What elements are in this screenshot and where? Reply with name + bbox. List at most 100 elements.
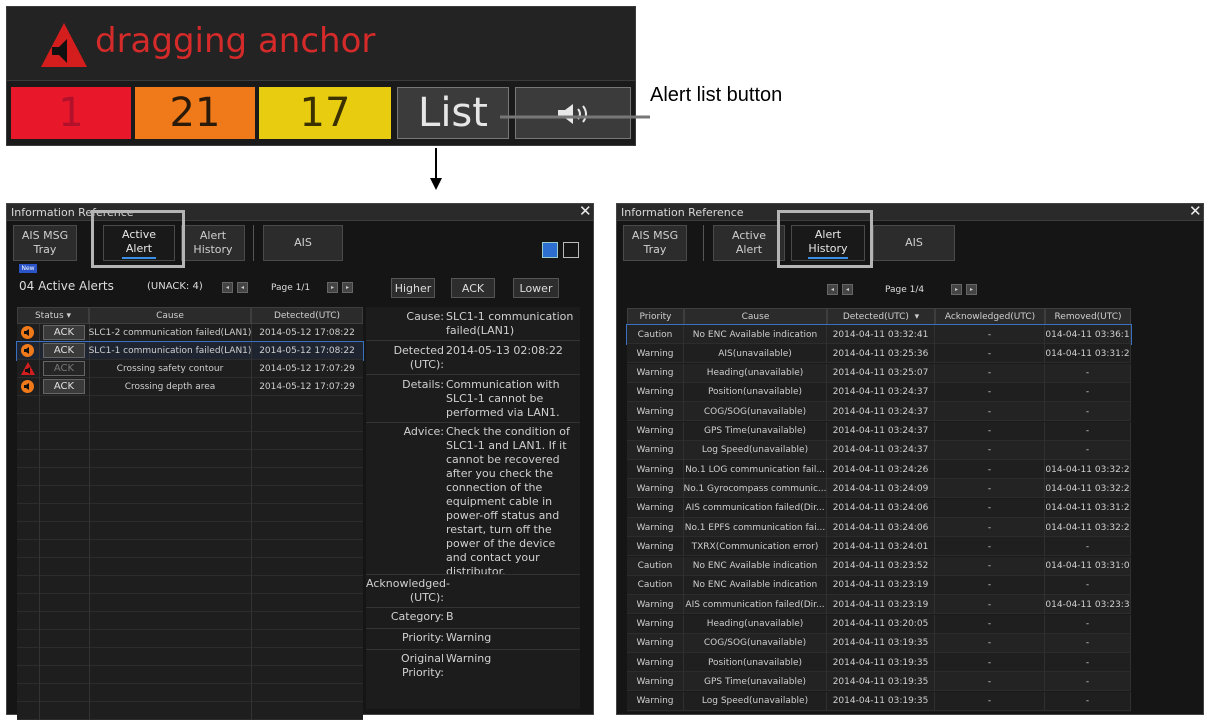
row-priority: Warning [627, 518, 684, 537]
table-row[interactable]: Caution No ENC Available indication 2014-0… [627, 556, 1131, 576]
detail-cause: SLC1-1 communication failed(LAN1) [446, 310, 574, 337]
row-priority: Warning [627, 672, 684, 692]
header-detected[interactable]: Detected(UTC) ▾ [827, 308, 935, 325]
row-detected: 2014-04-11 03:24:06 [827, 498, 935, 518]
row-removed: - [1045, 363, 1131, 383]
table-row[interactable]: Warning Log Speed(unavailable) 2014-04-11 … [627, 440, 1131, 460]
row-ack-button[interactable]: ACK [43, 361, 85, 376]
highlight-box [91, 210, 185, 268]
orange-alert-icon [21, 380, 34, 393]
table-row[interactable]: Warning GPS Time(unavailable) 2014-04-11 0… [627, 672, 1131, 692]
header-detected[interactable]: Detected(UTC) [251, 307, 363, 324]
table-row[interactable]: Warning TXRX(Communication error) 2014-04-… [627, 537, 1131, 557]
list-item[interactable]: ACK SLC1-1 communication failed(LAN1) 2014… [16, 341, 364, 361]
next-page-icon[interactable]: ▸ [951, 284, 962, 295]
tab-divider [253, 225, 254, 261]
empty-row [17, 684, 363, 702]
prev-page-icon[interactable]: ◂ [842, 284, 853, 295]
tab-ais[interactable]: AIS [263, 225, 343, 261]
table-row[interactable]: Warning Log Speed(unavailable) 2014-04-11 … [627, 691, 1131, 711]
row-acknowledged: - [935, 691, 1045, 711]
table-row[interactable]: Warning Heading(unavailable) 2014-04-11 03… [627, 614, 1131, 634]
table-row[interactable]: Warning No.1 LOG communication fail... 201… [627, 460, 1131, 480]
list-item[interactable]: ACK SLC1-2 communication failed(LAN1) 2014… [17, 324, 363, 342]
row-detected: 2014-04-11 03:19:35 [827, 672, 935, 692]
prev-page-icon[interactable]: ◂ [237, 282, 248, 293]
table-row[interactable]: Warning Position(unavailable) 2014-04-11 0… [627, 653, 1131, 673]
table-row[interactable]: Caution No ENC Available indication 2014-0… [626, 324, 1132, 345]
row-removed: - [1045, 421, 1131, 441]
header-cause[interactable]: Cause [684, 308, 827, 325]
higher-button[interactable]: Higher [391, 278, 435, 298]
close-icon[interactable]: ✕ [1189, 202, 1202, 220]
row-removed: 2014-04-11 03:32:23 [1045, 518, 1131, 537]
table-row[interactable]: Caution No ENC Available indication 2014-0… [627, 575, 1131, 595]
header-cause[interactable]: Cause [89, 307, 251, 324]
row-detected: 2014-04-11 03:24:37 [827, 440, 935, 460]
next-page-icon[interactable]: ▸ [327, 282, 338, 293]
tab-ais[interactable]: AIS [873, 225, 955, 261]
table-row[interactable]: Warning COG/SOG(unavailable) 2014-04-11 03… [627, 633, 1131, 653]
tab-active-alert[interactable]: Active Alert [713, 225, 785, 261]
table-row[interactable]: Warning No.1 EPFS communication fai... 201… [627, 518, 1131, 537]
row-priority: Warning [627, 691, 684, 711]
row-ack-button[interactable]: ACK [43, 379, 85, 394]
empty-row [17, 540, 363, 558]
row-cause: No.1 EPFS communication fai... [684, 518, 827, 537]
row-detected: 2014-05-12 17:08:22 [259, 346, 355, 356]
row-removed: - [1045, 402, 1131, 422]
row-acknowledged: - [935, 672, 1045, 692]
table-row[interactable]: Warning Heading(unavailable) 2014-04-11 03… [627, 363, 1131, 383]
divider [366, 422, 580, 423]
first-page-icon[interactable]: ◂ [827, 284, 838, 295]
row-acknowledged: - [935, 382, 1045, 402]
header-status[interactable]: Status ▾ [17, 307, 89, 324]
table-row[interactable]: Warning AIS(unavailable) 2014-04-11 03:25:… [627, 344, 1131, 364]
table-row[interactable]: Warning Position(unavailable) 2014-04-11 0… [627, 382, 1131, 402]
row-ack-button[interactable]: ACK [43, 343, 85, 358]
close-icon[interactable]: ✕ [579, 202, 592, 220]
row-priority: Warning [627, 421, 684, 441]
ack-button[interactable]: ACK [451, 278, 495, 298]
row-acknowledged: - [935, 614, 1045, 634]
last-page-icon[interactable]: ▸ [342, 282, 353, 293]
table-row[interactable]: Warning AIS communication failed(Dir... 20… [627, 498, 1131, 518]
list-item[interactable]: ACK Crossing safety contour 2014-05-12 17:… [17, 360, 363, 378]
callout-label: Alert list button [650, 84, 783, 106]
lower-button[interactable]: Lower [513, 278, 559, 298]
row-cause: No ENC Available indication [684, 556, 827, 576]
tab-alert-history[interactable]: Alert History [181, 225, 245, 261]
row-removed: - [1045, 537, 1131, 557]
callout-lines [430, 115, 650, 190]
tab-ais-msg-tray[interactable]: AIS MSG Tray [13, 225, 77, 261]
tab-divider [703, 225, 704, 261]
layout-toggle-icon[interactable] [542, 242, 558, 258]
row-detected: 2014-04-11 03:24:01 [827, 537, 935, 557]
detail-advice-label: Advice: [403, 425, 444, 438]
table-row[interactable]: Warning AIS communication failed(Dir... 20… [627, 595, 1131, 615]
last-page-icon[interactable]: ▸ [966, 284, 977, 295]
alert-history-table: Priority Cause Detected(UTC) ▾ Acknowled… [626, 308, 1132, 712]
header-acknowledged[interactable]: Acknowledged(UTC) [935, 308, 1045, 325]
row-acknowledged: - [935, 575, 1045, 595]
checkbox[interactable] [563, 242, 579, 258]
first-page-icon[interactable]: ◂ [222, 282, 233, 293]
row-detected: 2014-04-11 03:23:52 [827, 556, 935, 576]
row-detected: 2014-05-12 17:07:29 [259, 382, 355, 392]
header-priority[interactable]: Priority [627, 308, 684, 325]
row-acknowledged: - [935, 402, 1045, 422]
detail-detected-label: Detected (UTC): [393, 344, 444, 371]
header-removed[interactable]: Removed(UTC) [1045, 308, 1131, 325]
row-acknowledged: - [935, 653, 1045, 673]
active-alerts-count: 04 Active Alerts [19, 279, 114, 293]
row-acknowledged: - [935, 633, 1045, 653]
panel-title: Information Reference [617, 204, 1203, 221]
tab-ais-msg-tray[interactable]: AIS MSG Tray [623, 225, 687, 261]
list-item[interactable]: ACK Crossing depth area 2014-05-12 17:07:2… [17, 378, 363, 396]
table-row[interactable]: Warning GPS Time(unavailable) 2014-04-11 0… [627, 421, 1131, 441]
table-row[interactable]: Warning No.1 Gyrocompass communic... 2014-… [627, 479, 1131, 499]
table-row[interactable]: Warning COG/SOG(unavailable) 2014-04-11 03… [627, 402, 1131, 422]
row-ack-button[interactable]: ACK [43, 325, 85, 340]
row-cause: COG/SOG(unavailable) [684, 633, 827, 653]
empty-row [17, 432, 363, 450]
